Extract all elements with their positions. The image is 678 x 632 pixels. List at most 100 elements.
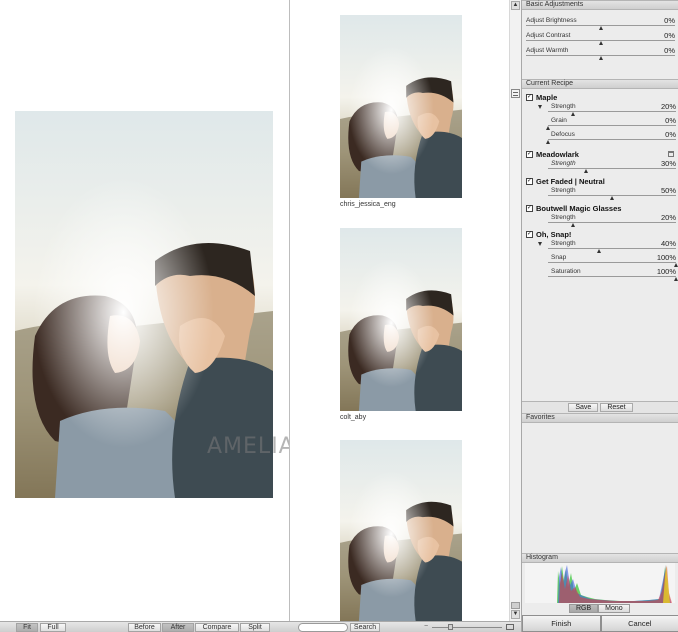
slider-knob-icon[interactable] — [673, 277, 678, 281]
maple-defocus-slider[interactable]: Defocus 0% — [522, 129, 678, 144]
magic-strength-slider[interactable]: Strength 20% — [522, 212, 678, 227]
slider-track[interactable] — [548, 248, 676, 249]
rgb-tab[interactable]: RGB — [569, 604, 599, 613]
checkbox-icon[interactable]: ✓ — [526, 231, 533, 238]
histogram-graph — [525, 563, 675, 603]
slider-value: 0% — [664, 46, 675, 55]
slider-track[interactable] — [548, 262, 676, 263]
thumbnail-item[interactable] — [340, 440, 462, 621]
slider-value: 0% — [664, 16, 675, 25]
recipe-list-icon[interactable] — [511, 89, 520, 98]
slider-label: Strength — [551, 214, 576, 221]
snap-snap-slider[interactable]: Snap 100% — [522, 252, 678, 267]
search-input[interactable] — [298, 623, 348, 632]
checkbox-icon[interactable]: ✓ — [526, 178, 533, 185]
save-button[interactable]: Save — [568, 403, 599, 412]
fit-button[interactable]: Fit — [16, 623, 38, 632]
slider-knob-icon[interactable] — [571, 223, 576, 227]
current-recipe-header[interactable]: Current Recipe — [522, 79, 678, 89]
search-button[interactable]: Search — [350, 623, 380, 632]
before-button[interactable]: Before — [128, 623, 161, 632]
favorites-header[interactable]: Favorites — [522, 413, 678, 423]
thumbnail-item[interactable]: chris_jessica_eng — [340, 15, 462, 208]
trash-icon[interactable] — [668, 151, 674, 157]
scroll-down-icon[interactable]: ▼ — [511, 610, 520, 619]
thumbnail-image[interactable] — [340, 228, 462, 411]
scroll-up-icon[interactable]: ▲ — [511, 1, 520, 10]
basic-adjustments-header[interactable]: Basic Adjustments — [522, 0, 678, 10]
slider-knob-icon[interactable] — [583, 169, 588, 173]
zoom-fit-icon[interactable] — [506, 624, 514, 630]
bottom-toolbar: Fit Full Before After Compare Split Sear… — [0, 621, 521, 632]
zoom-slider-handle[interactable] — [448, 624, 453, 630]
snap-saturation-slider[interactable]: Saturation 100% — [522, 266, 678, 281]
warmth-slider[interactable]: Adjust Warmth 0% — [522, 45, 678, 60]
reset-button[interactable]: Reset — [600, 403, 633, 412]
scroll-thumb[interactable] — [511, 602, 520, 609]
thumbnail-label: chris_jessica_eng — [340, 201, 396, 208]
slider-label: Strength — [551, 103, 576, 110]
slider-knob-icon[interactable] — [545, 140, 550, 144]
adjustments-panel: Basic Adjustments Adjust Brightness 0% A… — [521, 0, 678, 632]
compare-button[interactable]: Compare — [195, 623, 239, 632]
maple-grain-slider[interactable]: Grain 0% — [522, 115, 678, 130]
slider-knob-icon[interactable] — [609, 196, 614, 200]
slider-value: 100% — [656, 253, 676, 262]
slider-label: Saturation — [551, 268, 581, 275]
slider-label: Snap — [551, 254, 567, 261]
finish-button[interactable]: Finish — [522, 615, 601, 632]
split-button[interactable]: Split — [240, 623, 270, 632]
slider-label: Adjust Contrast — [526, 32, 571, 39]
slider-value: 100% — [656, 267, 676, 276]
zoom-slider[interactable] — [432, 627, 502, 628]
recipe-list: ✓ Maple Strength 20% Grain 0% Defocus 0%… — [522, 89, 678, 402]
slider-label: Adjust Warmth — [526, 47, 569, 54]
slider-value: 0% — [665, 116, 676, 125]
slider-label: Strength — [551, 187, 576, 194]
thumbnail-item[interactable]: colt_aby — [340, 228, 462, 421]
thumbnail-label: colt_aby — [340, 414, 367, 421]
slider-track[interactable] — [548, 168, 676, 169]
meadowlark-strength-slider[interactable]: Strength 30% — [522, 158, 678, 173]
checkbox-icon[interactable]: ✓ — [526, 151, 533, 158]
slider-value: 30% — [660, 159, 676, 168]
slider-value: 20% — [660, 102, 676, 111]
slider-track[interactable] — [548, 125, 676, 126]
slider-value: 50% — [660, 186, 676, 195]
mono-tab[interactable]: Mono — [598, 604, 630, 613]
checkbox-icon[interactable]: ✓ — [526, 205, 533, 212]
histogram-tabs: RGB Mono — [569, 604, 630, 613]
slider-track[interactable] — [548, 222, 676, 223]
brightness-slider[interactable]: Adjust Brightness 0% — [522, 15, 678, 30]
after-button[interactable]: After — [162, 623, 194, 632]
slider-label: Grain — [551, 117, 567, 124]
slider-value: 20% — [660, 213, 676, 222]
zoom-out-icon[interactable]: − — [424, 623, 428, 630]
recipe-buttons: Save Reset — [522, 401, 678, 413]
slider-label: Adjust Brightness — [526, 17, 577, 24]
favorites-list — [522, 423, 678, 553]
slider-track[interactable] — [548, 276, 676, 277]
checkbox-icon[interactable]: ✓ — [526, 94, 533, 101]
slider-value: 0% — [664, 31, 675, 40]
thumbnail-list: chris_jessica_eng colt_aby — [290, 0, 509, 621]
slider-label: Defocus — [551, 131, 575, 138]
slider-label: Strength — [551, 240, 576, 247]
maple-strength-slider[interactable]: Strength 20% — [522, 101, 678, 116]
slider-label: Strength — [551, 160, 576, 167]
histogram-header[interactable]: Histogram — [522, 553, 678, 563]
contrast-slider[interactable]: Adjust Contrast 0% — [522, 30, 678, 45]
slider-track[interactable] — [548, 111, 676, 112]
slider-track[interactable] — [548, 139, 676, 140]
full-button[interactable]: Full — [40, 623, 66, 632]
preview-pane — [0, 0, 289, 621]
slider-value: 40% — [660, 239, 676, 248]
slider-knob-icon[interactable] — [598, 56, 603, 60]
snap-strength-slider[interactable]: Strength 40% — [522, 238, 678, 253]
slider-value: 0% — [665, 130, 676, 139]
faded-strength-slider[interactable]: Strength 50% — [522, 185, 678, 200]
thumbnail-image[interactable] — [340, 15, 462, 198]
cancel-button[interactable]: Cancel — [600, 615, 678, 632]
action-buttons: Finish Cancel — [522, 615, 678, 632]
thumbnail-image[interactable] — [340, 440, 462, 621]
